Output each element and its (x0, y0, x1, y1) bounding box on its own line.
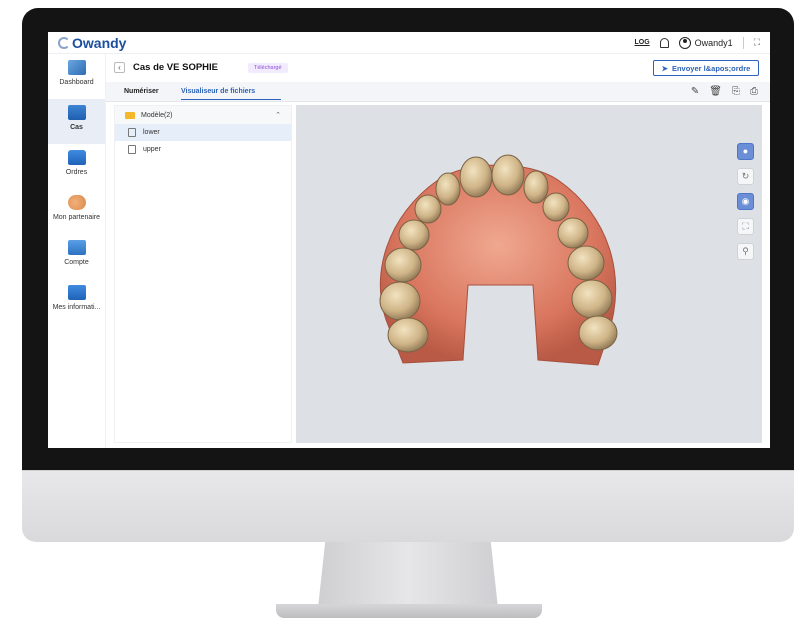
color-mode-icon[interactable]: ● (737, 143, 754, 160)
sidebar-item-label: Mon partenaire (52, 214, 101, 221)
fit-screen-icon[interactable]: ⛶ (737, 218, 754, 235)
top-bar: Owandy LOG Owandy1 ⛶ (48, 32, 770, 54)
tab-bar: Numériser Visualiseur de fichiers ✎ 🗑 ⎘ … (106, 82, 770, 102)
folder-icon (67, 105, 86, 120)
sidebar-item-label: Ordres (65, 169, 88, 176)
monitor: Owandy LOG Owandy1 ⛶ Dashboard Cas Ordre… (0, 0, 805, 623)
logo: Owandy (58, 35, 126, 51)
logo-mark-icon (58, 36, 70, 49)
file-name: lower (143, 129, 160, 136)
sidebar-item-dashboard[interactable]: Dashboard (48, 54, 105, 99)
folder-row[interactable]: Modèle(2) ⌃ (115, 106, 291, 124)
send-order-label: Envoyer l&apos;ordre (671, 63, 751, 73)
sidebar-item-label: Cas (70, 124, 83, 131)
back-button[interactable]: ‹ (114, 62, 125, 73)
sidebar-item-label: Dashboard (59, 79, 94, 86)
account-icon (67, 240, 86, 255)
file-name: upper (143, 146, 161, 153)
monitor-stand-neck (318, 542, 498, 608)
viewer-toolbar: ● ↻ ◉ ⛶ ⚲ (737, 143, 754, 260)
sidebar-item-compte[interactable]: Compte (48, 234, 105, 279)
file-item-lower[interactable]: lower (115, 124, 291, 141)
breadcrumb: ‹ Cas de VE SOPHIE Téléchargé (114, 62, 288, 73)
logo-text: Owandy (72, 34, 127, 51)
tab-file-viewer[interactable]: Visualiseur de fichiers (181, 88, 281, 100)
sidebar: Dashboard Cas Ordres Mon partenaire Comp… (48, 54, 106, 448)
trash-icon[interactable]: 🗑 (709, 86, 722, 97)
export-icon[interactable]: ⎘ (732, 86, 740, 97)
sidebar-item-partner[interactable]: Mon partenaire (48, 189, 105, 234)
send-icon: ➤ (661, 63, 668, 73)
3d-viewer[interactable]: ● ↻ ◉ ⛶ ⚲ (296, 105, 762, 443)
handshake-icon (67, 195, 86, 210)
send-order-button[interactable]: ➤ Envoyer l&apos;ordre (653, 60, 759, 76)
dental-scan-model[interactable] (348, 145, 648, 385)
status-badge: Téléchargé (248, 62, 288, 73)
file-tree-panel: Modèle(2) ⌃ lower upper (114, 105, 292, 443)
edit-icon[interactable]: ✎ (691, 86, 699, 97)
sidebar-item-label: Mes informati... (52, 304, 101, 311)
info-icon (67, 285, 86, 300)
log-button[interactable]: LOG (634, 39, 649, 46)
user-avatar-icon (678, 36, 691, 49)
orders-icon (67, 150, 86, 165)
print-icon[interactable]: ⎙ (750, 86, 758, 97)
user-menu[interactable]: Owandy1 (678, 36, 733, 49)
rotate-icon[interactable]: ↻ (737, 168, 754, 185)
monitor-stand-foot (276, 604, 542, 618)
app-screen: Owandy LOG Owandy1 ⛶ Dashboard Cas Ordre… (48, 32, 770, 448)
file-icon (128, 128, 136, 137)
zoom-icon[interactable]: ⚲ (737, 243, 754, 260)
monitor-chin (22, 470, 794, 542)
chevron-up-icon[interactable]: ⌃ (275, 111, 281, 119)
file-icon (128, 145, 136, 154)
user-name: Owandy1 (694, 37, 733, 48)
sidebar-item-info[interactable]: Mes informati... (48, 279, 105, 324)
divider (742, 36, 744, 49)
tab-numeriser[interactable]: Numériser (124, 88, 159, 95)
bell-icon[interactable] (659, 37, 669, 48)
sidebar-item-cas[interactable]: Cas (48, 99, 105, 144)
file-item-upper[interactable]: upper (115, 141, 291, 158)
light-icon[interactable]: ◉ (737, 193, 754, 210)
page-title: Cas de VE SOPHIE (133, 62, 219, 73)
folder-icon (125, 111, 135, 119)
folder-label: Modèle(2) (141, 111, 173, 119)
dashboard-icon (67, 60, 86, 75)
sidebar-item-label: Compte (64, 259, 89, 266)
sidebar-item-ordres[interactable]: Ordres (48, 144, 105, 189)
fullscreen-icon[interactable]: ⛶ (754, 37, 760, 48)
